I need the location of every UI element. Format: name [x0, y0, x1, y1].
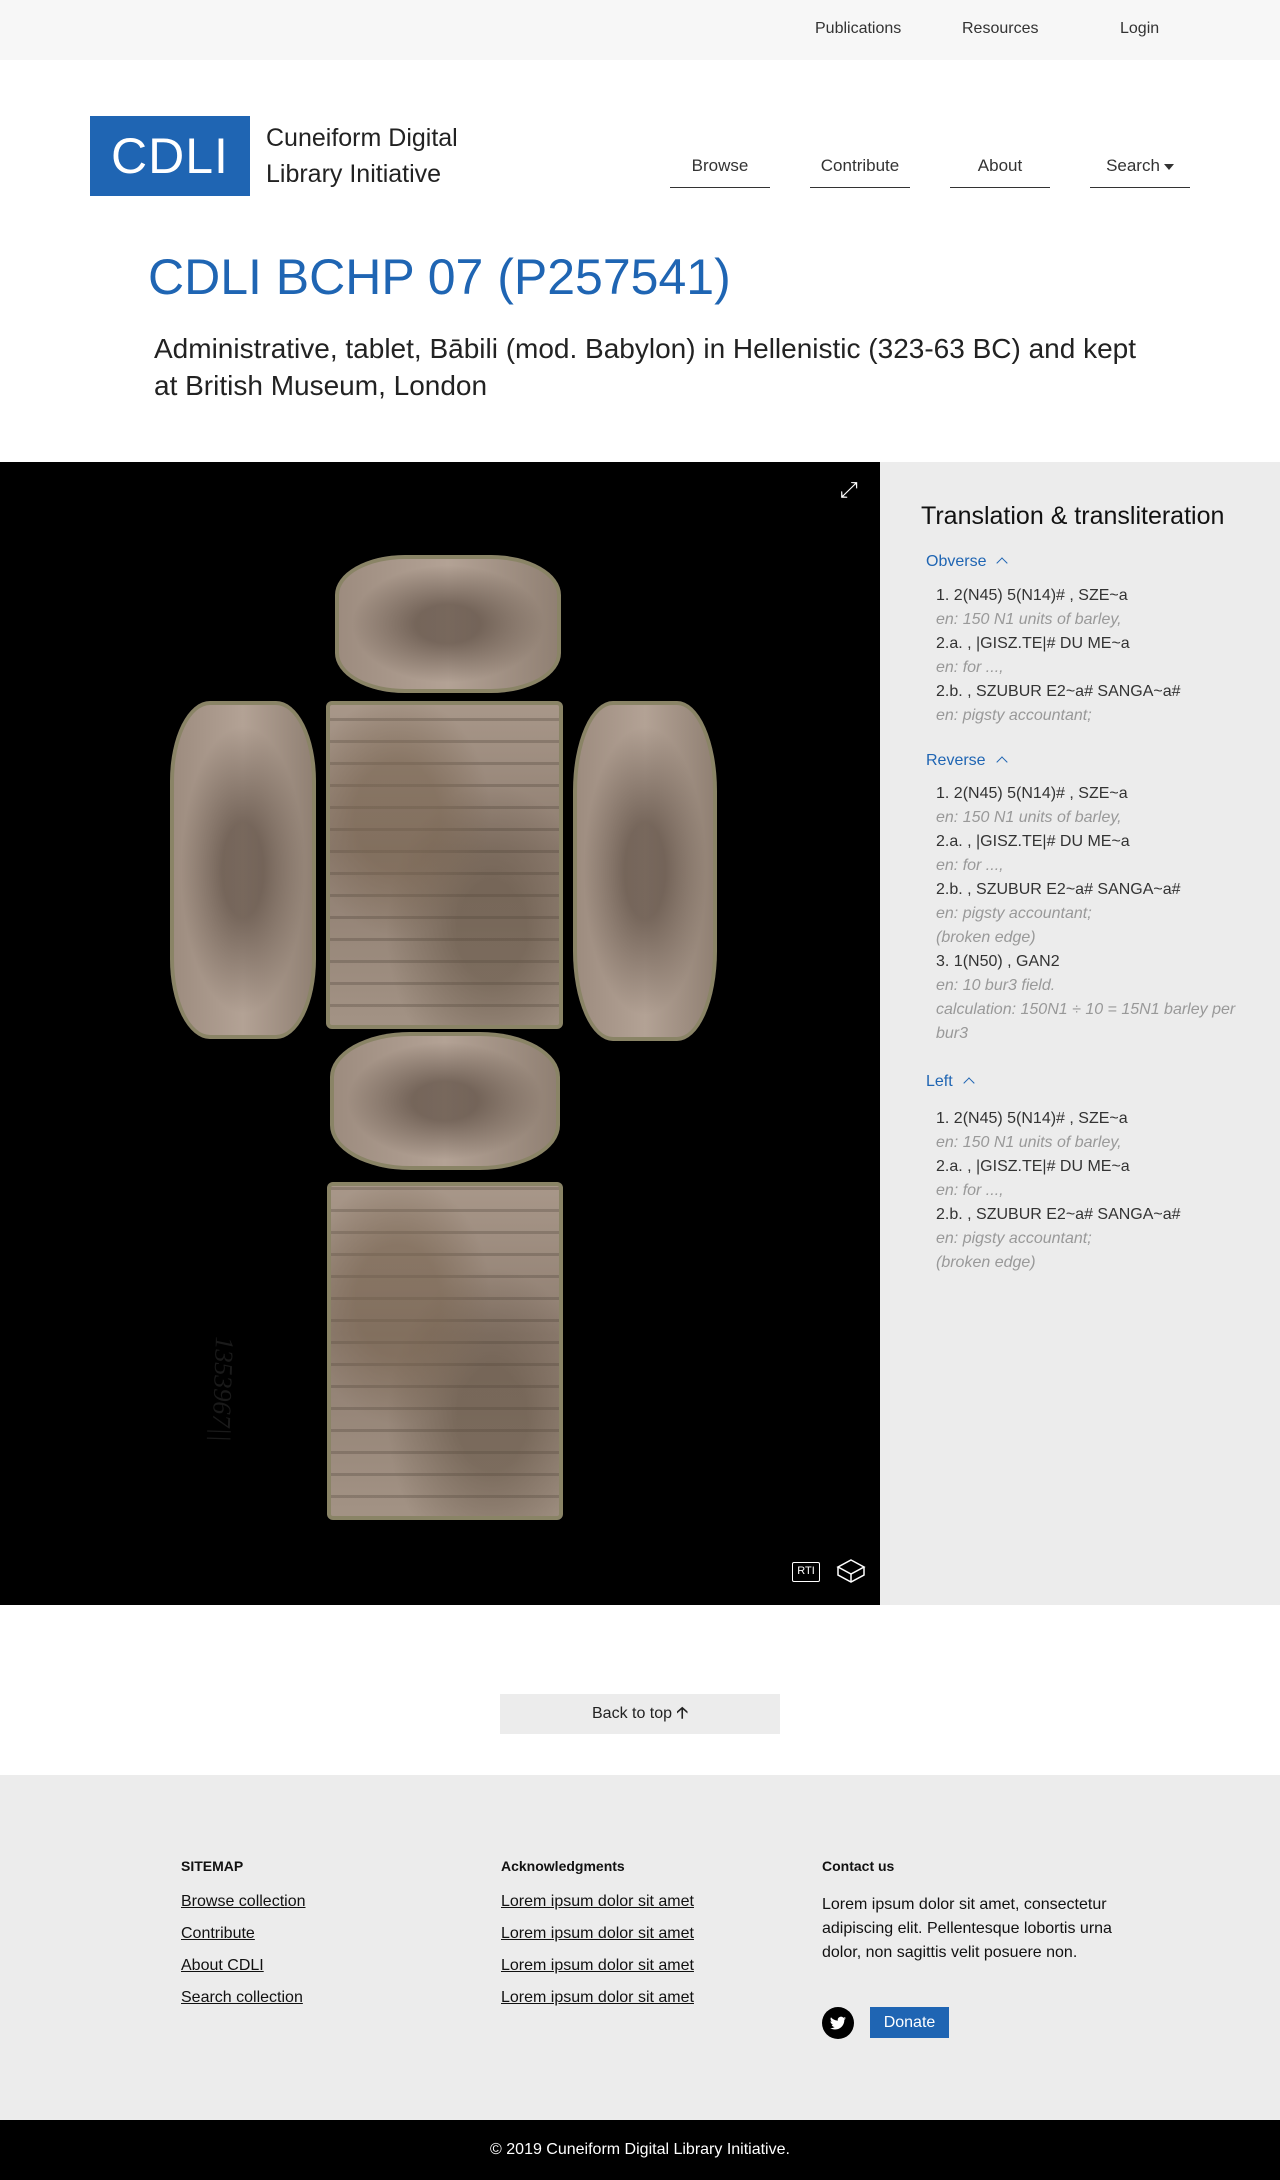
footer-link-about[interactable]: About CDLI	[181, 1957, 264, 1975]
edge-note: (broken edge)	[936, 1254, 1036, 1271]
translit-line: 2.a. , |GISZ.TE|# DU ME~a	[936, 635, 1130, 652]
translation-line: en: 150 N1 units of barley,	[936, 611, 1122, 628]
login-link[interactable]: Login	[1120, 0, 1159, 58]
translit-line: 1. 2(N45) 5(N14)# , SZE~a	[936, 1110, 1128, 1127]
tablet-obverse-image	[326, 701, 563, 1029]
site-header: CDLI Cuneiform Digital Library Initiativ…	[0, 60, 1280, 230]
logo-line-2: Library Initiative	[266, 160, 442, 188]
translation-line: en: 10 bur3 field.	[936, 977, 1056, 994]
calculation-line: calculation: 150N1 ÷ 10 = 15N1 barley pe…	[936, 1001, 1236, 1018]
translation-line: en: 150 N1 units of barley,	[936, 809, 1122, 826]
resources-link[interactable]: Resources	[962, 0, 1038, 58]
translit-line: 1. 2(N45) 5(N14)# , SZE~a	[936, 785, 1128, 802]
translit-line: 2.a. , |GISZ.TE|# DU ME~a	[936, 1158, 1130, 1175]
twitter-icon[interactable]	[822, 2007, 854, 2039]
translit-line: 2.b. , SZUBUR E2~a# SANGA~a#	[936, 881, 1181, 898]
footer-link-browse[interactable]: Browse collection	[181, 1893, 306, 1911]
logo-line-1: Cuneiform Digital	[266, 124, 458, 152]
page-title: CDLI BCHP 07 (P257541)	[148, 249, 731, 305]
nav-search[interactable]: Search	[1090, 156, 1190, 188]
title-area: CDLI BCHP 07 (P257541) Administrative, t…	[0, 230, 1280, 462]
cdli-logo[interactable]: CDLI	[90, 116, 250, 196]
translation-line: en: pigsty accountant;	[936, 707, 1092, 724]
sitemap-heading: SITEMAP	[181, 1858, 244, 1874]
edge-note: (broken edge)	[936, 929, 1036, 946]
chevron-up-icon	[996, 557, 1009, 569]
tablet-right-edge-image	[573, 701, 717, 1041]
translation-line: en: for ...,	[936, 1182, 1004, 1199]
translit-line: 2.b. , SZUBUR E2~a# SANGA~a#	[936, 1206, 1181, 1223]
translation-line: en: for ...,	[936, 659, 1004, 676]
page-subtitle: Administrative, tablet, Bābili (mod. Bab…	[154, 333, 1137, 401]
calculation-line: bur3	[936, 1025, 969, 1042]
back-to-top-button[interactable]: Back to top 🡡	[500, 1694, 780, 1734]
footer-link-search[interactable]: Search collection	[181, 1989, 303, 2007]
site-footer: SITEMAP Browse collection Contribute Abo…	[0, 1775, 1280, 2120]
fullscreen-icon[interactable]: ⤢	[840, 477, 858, 503]
back-to-top-label: Back to top	[592, 1705, 673, 1722]
back-to-top-area: Back to top 🡡	[0, 1605, 1280, 1775]
translation-line: en: pigsty accountant;	[936, 905, 1092, 922]
footer-link-contribute[interactable]: Contribute	[181, 1925, 255, 1943]
section-obverse-toggle[interactable]: Obverse	[926, 553, 1009, 571]
museum-number-inscription: 1353967||	[206, 1335, 239, 1443]
rti-button[interactable]: RTI	[792, 1562, 820, 1582]
section-obverse-label: Obverse	[926, 553, 987, 570]
panel-title: Translation & transliteration	[921, 502, 1225, 530]
ack-link[interactable]: Lorem ipsum dolor sit amet	[501, 1893, 694, 1911]
translation-line: en: pigsty accountant;	[936, 1230, 1092, 1247]
nav-browse[interactable]: Browse	[670, 156, 770, 188]
caret-down-icon	[1163, 163, 1174, 170]
translation-line: en: 150 N1 units of barley,	[936, 1134, 1122, 1151]
publications-link[interactable]: Publications	[815, 0, 901, 58]
tablet-bottom-edge-image	[330, 1032, 560, 1170]
contact-text: Lorem ipsum dolor sit amet, consectetur …	[822, 1896, 1112, 1961]
copyright-bar: © 2019 Cuneiform Digital Library Initiat…	[0, 2120, 1280, 2180]
artifact-content: ⤢ RTI 1353967|| Translation & transliter…	[0, 462, 1280, 1605]
nav-contribute[interactable]: Contribute	[810, 156, 910, 188]
chevron-up-icon	[963, 1077, 975, 1089]
section-left-toggle[interactable]: Left	[926, 1073, 975, 1091]
ack-link[interactable]: Lorem ipsum dolor sit amet	[501, 1957, 694, 1975]
nav-about[interactable]: About	[950, 156, 1050, 188]
translit-line: 2.b. , SZUBUR E2~a# SANGA~a#	[936, 683, 1181, 700]
logo-text[interactable]: Cuneiform Digital Library Initiative	[266, 120, 458, 192]
translit-line: 1. 2(N45) 5(N14)# , SZE~a	[936, 587, 1128, 604]
translation-line: en: for ...,	[936, 857, 1004, 874]
translit-line: 3. 1(N50) , GAN2	[936, 953, 1060, 970]
section-reverse-toggle[interactable]: Reverse	[926, 752, 1008, 770]
section-left-label: Left	[926, 1073, 953, 1090]
contact-heading: Contact us	[822, 1858, 895, 1874]
acknowledgments-heading: Acknowledgments	[501, 1858, 625, 1874]
tablet-top-edge-image	[335, 555, 561, 693]
ack-link[interactable]: Lorem ipsum dolor sit amet	[501, 1925, 694, 1943]
arrow-up-icon: 🡡	[676, 1705, 689, 1722]
ack-link[interactable]: Lorem ipsum dolor sit amet	[501, 1989, 694, 2007]
chevron-up-icon	[995, 756, 1008, 768]
utility-bar: Publications Resources Login	[0, 0, 1280, 60]
3d-model-icon[interactable]	[834, 1556, 868, 1591]
donate-button[interactable]: Donate	[870, 2007, 949, 2038]
image-viewer[interactable]: ⤢ RTI	[0, 462, 880, 1605]
translit-line: 2.a. , |GISZ.TE|# DU ME~a	[936, 833, 1130, 850]
tablet-left-edge-image	[170, 701, 316, 1039]
tablet-reverse-image	[327, 1182, 563, 1520]
section-reverse-label: Reverse	[926, 752, 986, 769]
nav-search-label: Search	[1106, 156, 1160, 175]
